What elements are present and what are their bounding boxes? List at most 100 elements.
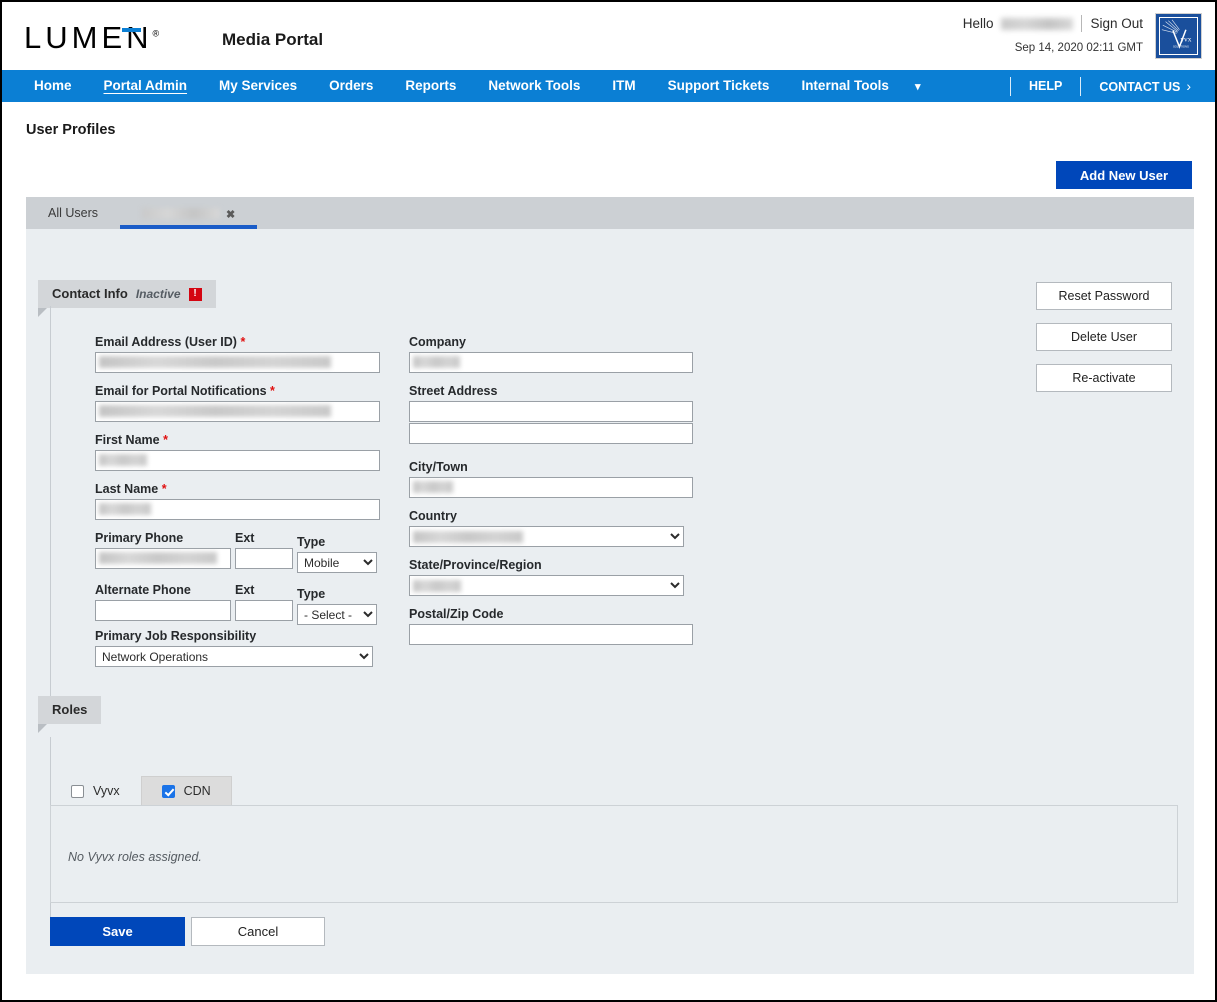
field-job-responsibility: Primary Job Responsibility Network Opera… — [95, 629, 373, 667]
nav-more-chevron-down-icon[interactable]: ▾ — [905, 80, 931, 93]
required-marker-icon: * — [163, 433, 168, 447]
email-user-id-input[interactable] — [95, 352, 380, 373]
label-email-notifications: Email for Portal Notifications * — [95, 384, 380, 398]
vyvx-logo-svg: yvx SOLUTIONS — [1160, 18, 1197, 54]
nav-item-itm[interactable]: ITM — [596, 70, 651, 102]
save-button[interactable]: Save — [50, 917, 185, 946]
label-email-user-id-text: Email Address (User ID) — [95, 335, 237, 349]
field-company: Company — [409, 335, 693, 373]
nav-item-help[interactable]: HELP — [1015, 70, 1076, 102]
nav-item-reports[interactable]: Reports — [389, 70, 472, 102]
label-job-responsibility: Primary Job Responsibility — [95, 629, 257, 643]
required-marker-icon: * — [270, 384, 275, 398]
country-select[interactable] — [409, 526, 684, 547]
field-primary-phone: Primary Phone — [95, 531, 231, 569]
primary-ext-input[interactable] — [235, 548, 293, 569]
registered-mark-icon: ® — [152, 28, 160, 39]
label-city-town: City/Town — [409, 460, 468, 474]
lumen-accent-bar-icon — [122, 28, 141, 32]
label-last-name: Last Name * — [95, 482, 380, 496]
user-greeting: Hello Sign Out — [963, 15, 1143, 32]
nav-item-network-tools[interactable]: Network Tools — [472, 70, 596, 102]
label-last-name-text: Last Name — [95, 482, 159, 496]
label-email-notifications-text: Email for Portal Notifications — [95, 384, 267, 398]
tab-all-users[interactable]: All Users — [26, 197, 120, 229]
tab-close-icon[interactable]: ✖ — [226, 200, 235, 230]
street-address-input[interactable] — [409, 401, 693, 422]
page-title: User Profiles — [26, 122, 116, 138]
re-activate-button[interactable]: Re-activate — [1036, 364, 1172, 392]
field-alternate-type: Type - Select - — [297, 587, 377, 625]
portal-title: Media Portal — [222, 30, 324, 49]
nav-item-my-services[interactable]: My Services — [203, 70, 313, 102]
lumen-logo[interactable]: LUMEN® — [24, 22, 159, 53]
field-first-name: First Name * — [95, 433, 380, 471]
sign-out-link[interactable]: Sign Out — [1090, 16, 1143, 31]
delete-user-button[interactable]: Delete User — [1036, 323, 1172, 351]
primary-phone-input[interactable] — [95, 548, 231, 569]
field-primary-ext: Ext — [235, 531, 293, 569]
first-name-input[interactable] — [95, 450, 380, 471]
role-tab-cdn[interactable]: CDN — [140, 776, 232, 805]
label-alternate-ext: Ext — [235, 583, 255, 597]
street-address-2-input[interactable] — [409, 423, 693, 444]
contact-info-form: Email Address (User ID) * Email for Port… — [50, 306, 1170, 706]
alternate-phone-type-select[interactable]: - Select - — [297, 604, 377, 625]
cdn-checkbox-icon[interactable] — [161, 784, 175, 798]
state-select-wrap — [409, 575, 684, 596]
roles-body: No Vyvx roles assigned. — [50, 805, 1178, 903]
contact-info-notch-icon — [38, 308, 47, 317]
app-window: LUMEN® Media Portal Hello Sign Out Sep 1… — [0, 0, 1217, 1002]
state-province-region-select[interactable] — [409, 575, 684, 596]
user-tabs: All Users ✖ — [26, 197, 1194, 229]
email-notifications-input[interactable] — [95, 401, 380, 422]
primary-job-responsibility-select[interactable]: Network Operations — [95, 646, 373, 667]
alternate-phone-input[interactable] — [95, 600, 231, 621]
field-street-address: Street Address — [409, 384, 693, 422]
contact-us-label: CONTACT US — [1099, 79, 1181, 94]
svg-text:SOLUTIONS: SOLUTIONS — [1173, 45, 1189, 49]
label-primary-type: Type — [297, 535, 326, 549]
reset-password-button[interactable]: Reset Password — [1036, 282, 1172, 310]
alternate-ext-input[interactable] — [235, 600, 293, 621]
nav-item-internal-tools[interactable]: Internal Tools — [785, 70, 905, 102]
primary-phone-type-select[interactable]: Mobile — [297, 552, 377, 573]
field-state-province-region: State/Province/Region — [409, 558, 684, 596]
roles-notch-icon — [38, 724, 47, 733]
cancel-button[interactable]: Cancel — [191, 917, 325, 946]
postal-zip-input[interactable] — [409, 624, 693, 645]
field-city-town: City/Town — [409, 460, 693, 498]
vyvx-checkbox-icon[interactable] — [71, 784, 84, 798]
nav-item-portal-admin[interactable]: Portal Admin — [88, 70, 204, 102]
hello-label: Hello — [962, 16, 994, 31]
label-country: Country — [409, 509, 457, 523]
add-new-user-button[interactable]: Add New User — [1056, 161, 1192, 189]
page-header: LUMEN® Media Portal Hello Sign Out Sep 1… — [2, 2, 1215, 70]
greeting-divider — [1081, 15, 1083, 32]
tab-user-profile[interactable]: ✖ — [120, 197, 258, 230]
role-tab-vyvx-label: Vyvx — [93, 784, 120, 798]
city-town-input[interactable] — [409, 477, 693, 498]
role-tab-vyvx[interactable]: Vyvx — [50, 776, 141, 805]
required-marker-icon: * — [240, 335, 246, 349]
field-alternate-phone: Alternate Phone — [95, 583, 231, 621]
required-marker-icon: * — [161, 482, 167, 496]
contact-info-status: Inactive — [135, 287, 181, 301]
vyvx-logo-mark-icon: yvx SOLUTIONS — [1159, 17, 1198, 55]
nav-item-contact-us[interactable]: CONTACT US › — [1085, 70, 1205, 103]
nav-item-orders[interactable]: Orders — [313, 70, 389, 102]
label-postal-zip: Postal/Zip Code — [409, 607, 504, 621]
nav-divider-1 — [1009, 76, 1011, 96]
company-input[interactable] — [409, 352, 693, 373]
alert-badge-icon: ! — [188, 287, 202, 301]
field-primary-type: Type Mobile — [297, 535, 377, 573]
chevron-right-icon: › — [1186, 77, 1191, 94]
nav-item-home[interactable]: Home — [18, 70, 88, 102]
field-postal-zip: Postal/Zip Code — [409, 607, 693, 645]
last-name-input[interactable] — [95, 499, 380, 520]
roles-title: Roles — [52, 702, 88, 717]
nav-item-support-tickets[interactable]: Support Tickets — [652, 70, 786, 102]
contact-info-section-header: Contact Info Inactive ! — [38, 280, 216, 308]
nav-divider-2 — [1080, 76, 1082, 96]
field-street-address-2 — [409, 423, 693, 444]
